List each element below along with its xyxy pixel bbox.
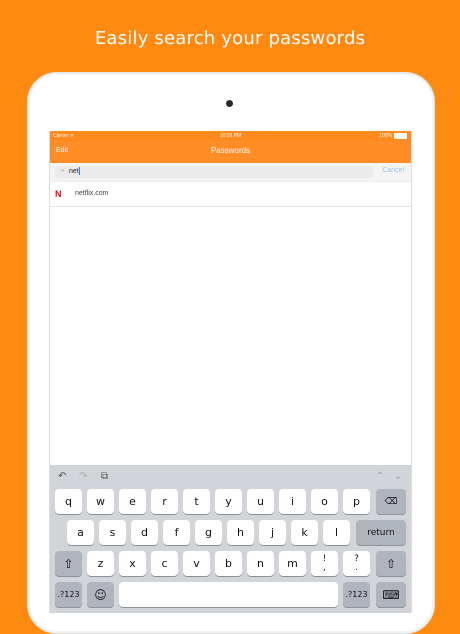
redo-icon[interactable]: ↷ xyxy=(79,471,87,482)
nav-title: Passwords xyxy=(210,146,251,155)
key-f[interactable]: f xyxy=(163,520,190,545)
key-question-period[interactable]: ? . xyxy=(343,551,370,576)
numbers-right-key[interactable]: .?123 xyxy=(343,582,370,607)
chevron-up-icon[interactable]: ⌃ xyxy=(376,471,384,482)
key-y[interactable]: y xyxy=(215,489,242,514)
key-u[interactable]: u xyxy=(247,489,274,514)
key-l[interactable]: l xyxy=(323,520,350,545)
key-w[interactable]: w xyxy=(87,489,114,514)
key-n[interactable]: n xyxy=(247,551,274,576)
key-d[interactable]: d xyxy=(131,520,158,545)
backspace-key[interactable]: ⌫ xyxy=(376,489,406,514)
emoji-key[interactable]: ☺ xyxy=(87,582,114,607)
key-o[interactable]: o xyxy=(311,489,338,514)
cancel-button[interactable]: Cancel xyxy=(382,167,404,174)
key-r[interactable]: r xyxy=(151,489,178,514)
list-item[interactable]: N netflix.com xyxy=(50,182,411,207)
key-h[interactable]: h xyxy=(227,520,254,545)
undo-icon[interactable]: ↶ xyxy=(58,471,66,482)
search-input-value: net xyxy=(69,167,81,175)
search-bar: ⌕ net Cancel xyxy=(50,163,411,182)
key-exclaim-bottom: , xyxy=(323,562,326,573)
battery-icon xyxy=(394,133,407,139)
key-x[interactable]: x xyxy=(119,551,146,576)
key-v[interactable]: v xyxy=(183,551,210,576)
app-screen: Carrier ᯤ 10:29 PM 100% Edit Passwords ⌕… xyxy=(49,131,412,613)
front-camera xyxy=(226,100,233,107)
shift-left-key[interactable]: ⇧ xyxy=(55,551,82,576)
key-q[interactable]: q xyxy=(55,489,82,514)
key-exclaim-comma-label: ! , xyxy=(323,554,327,573)
dismiss-keyboard-key[interactable]: ⌨ xyxy=(376,582,406,607)
promo-headline: Easily search your passwords xyxy=(94,28,366,49)
key-k[interactable]: k xyxy=(291,520,318,545)
chevron-down-icon[interactable]: ⌄ xyxy=(394,471,402,482)
text-caret xyxy=(79,167,81,175)
key-p[interactable]: p xyxy=(343,489,370,514)
status-time: 10:29 PM xyxy=(219,133,242,139)
search-icon: ⌕ xyxy=(61,168,65,174)
status-bar: Carrier ᯤ 10:29 PM 100% xyxy=(50,131,411,141)
key-z[interactable]: z xyxy=(87,551,114,576)
battery-indicator: 100% xyxy=(379,133,407,139)
key-e[interactable]: e xyxy=(119,489,146,514)
shift-right-key[interactable]: ⇧ xyxy=(376,551,406,576)
numbers-left-key[interactable]: .?123 xyxy=(55,582,82,607)
keyboard-shortcut-bar: ↶ ↷ ⧉ ⌃ ⌄ xyxy=(50,465,411,487)
onscreen-keyboard: ↶ ↷ ⧉ ⌃ ⌄ q w e r t y u i o p ⌫ a s d f … xyxy=(50,465,411,613)
return-key[interactable]: return xyxy=(356,520,406,545)
key-m[interactable]: m xyxy=(279,551,306,576)
list-item-label: netflix.com xyxy=(75,190,109,197)
search-input[interactable]: ⌕ net xyxy=(55,166,373,178)
key-question-bottom: . xyxy=(355,562,358,573)
key-question-period-label: ? . xyxy=(354,554,359,573)
paste-icon[interactable]: ⧉ xyxy=(101,471,108,482)
key-s[interactable]: s xyxy=(99,520,126,545)
key-j[interactable]: j xyxy=(259,520,286,545)
key-b[interactable]: b xyxy=(215,551,242,576)
battery-percent: 100% xyxy=(379,133,392,139)
key-i[interactable]: i xyxy=(279,489,306,514)
key-c[interactable]: c xyxy=(151,551,178,576)
key-t[interactable]: t xyxy=(183,489,210,514)
netflix-logo-icon: N xyxy=(55,189,62,199)
key-a[interactable]: a xyxy=(67,520,94,545)
key-g[interactable]: g xyxy=(195,520,222,545)
key-exclaim-comma[interactable]: ! , xyxy=(311,551,338,576)
navigation-bar: Edit Passwords xyxy=(50,141,411,163)
space-bar[interactable] xyxy=(119,582,338,607)
